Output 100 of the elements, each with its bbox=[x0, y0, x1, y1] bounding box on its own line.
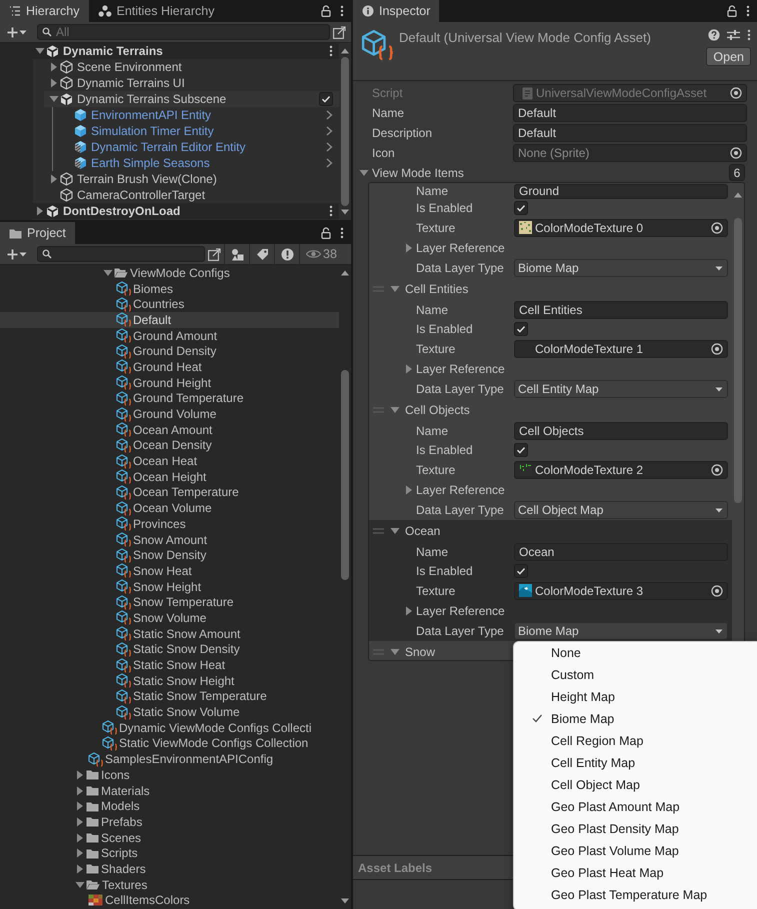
help-icon[interactable] bbox=[708, 29, 720, 41]
item-label[interactable]: ViewMode Configs bbox=[128, 266, 230, 280]
target-icon[interactable] bbox=[711, 464, 723, 476]
item-label[interactable]: Provinces bbox=[131, 516, 186, 531]
checkbox[interactable] bbox=[514, 443, 528, 457]
more-icon[interactable] bbox=[747, 29, 751, 41]
menu-item[interactable]: Geo Plast Temperature Map bbox=[514, 884, 757, 906]
item-label[interactable]: Static Snow Amount bbox=[131, 626, 240, 641]
lock-icon[interactable] bbox=[727, 5, 737, 17]
scrollbar-thumb[interactable] bbox=[341, 370, 349, 580]
text-field[interactable]: Ground bbox=[514, 184, 728, 198]
menu-item[interactable]: Biome Map bbox=[514, 708, 757, 730]
drag-handle-icon[interactable] bbox=[373, 648, 384, 654]
sliders-icon[interactable] bbox=[727, 29, 740, 41]
item-label[interactable]: Scenes bbox=[99, 830, 142, 845]
item-label[interactable]: Icons bbox=[99, 768, 130, 782]
item-label[interactable]: Static ViewMode Configs Collection bbox=[117, 736, 308, 750]
target-icon[interactable] bbox=[730, 147, 742, 159]
dropdown[interactable]: Cell Object Map bbox=[514, 501, 728, 519]
item-label[interactable]: Ground Temperature bbox=[131, 391, 244, 406]
text-field[interactable]: Ocean bbox=[514, 542, 728, 560]
dropdown[interactable]: Biome Map bbox=[514, 259, 728, 277]
list-element[interactable]: Ocean Name Ocean Is Enabled Texture ColorModeTexture 3 Layer Reference Data Layer Type Biome Map bbox=[369, 520, 732, 641]
dropdown[interactable]: Biome Map bbox=[514, 622, 728, 640]
item-label[interactable]: Static Snow Height bbox=[131, 674, 234, 688]
selected-row[interactable]: Default bbox=[0, 312, 339, 328]
item-label[interactable]: Ocean Amount bbox=[131, 422, 212, 437]
item-label[interactable]: Static Snow Temperature bbox=[131, 689, 267, 704]
drag-handle-icon[interactable] bbox=[373, 406, 384, 412]
expand-icon[interactable] bbox=[333, 26, 346, 38]
item-label[interactable]: Default bbox=[131, 312, 172, 327]
item-label[interactable]: Ocean Height bbox=[131, 470, 206, 484]
item-label[interactable]: Simulation Timer Entity bbox=[87, 124, 214, 138]
checkbox[interactable] bbox=[514, 322, 528, 336]
item-label[interactable]: Dynamic Terrains bbox=[59, 44, 163, 58]
object-field[interactable]: None (Sprite) bbox=[513, 144, 747, 162]
item-label[interactable]: CellItemsColors bbox=[103, 893, 190, 908]
item-label[interactable]: Static Snow Volume bbox=[131, 705, 240, 720]
scroll-down-button[interactable] bbox=[341, 209, 349, 215]
create-button[interactable] bbox=[5, 24, 29, 40]
scroll-up-button[interactable] bbox=[734, 192, 742, 198]
item-label[interactable]: Dynamic Terrain Editor Entity bbox=[87, 140, 246, 154]
object-field[interactable]: ColorModeTexture 1 bbox=[514, 340, 728, 358]
list-element[interactable]: Cell Entities Name Cell Entities Is Enabled Texture ColorModeTexture 1 Layer Reference Data Layer Type Cell Entity Map bbox=[369, 278, 732, 399]
list-element[interactable]: Name Ground Is Enabled Texture ColorModeTexture 0 Layer Reference Data Layer Type Biome Map bbox=[369, 183, 732, 278]
item-label[interactable]: Dynamic Terrains Subscene bbox=[73, 92, 226, 106]
list-element[interactable]: Cell Objects Name Cell Objects Is Enabled Texture ColorModeTexture 2 Layer Reference Data Layer Type Cell Object Map bbox=[369, 399, 732, 520]
item-label[interactable]: Snow Height bbox=[131, 580, 202, 594]
more-icon[interactable] bbox=[746, 5, 750, 17]
panel-tab[interactable]: Hierarchy bbox=[0, 0, 88, 22]
item-label[interactable]: Ocean Heat bbox=[131, 454, 198, 468]
more-icon[interactable] bbox=[340, 5, 344, 17]
scrollbar-thumb[interactable] bbox=[734, 218, 742, 503]
item-label[interactable]: Biomes bbox=[131, 282, 174, 296]
menu-item[interactable]: Geo Plast Density Map bbox=[514, 818, 757, 840]
dropdown[interactable]: Cell Entity Map bbox=[514, 380, 728, 398]
item-label[interactable]: Ground Volume bbox=[131, 407, 216, 422]
drag-handle-icon[interactable] bbox=[373, 286, 384, 292]
scrollbar-thumb[interactable] bbox=[341, 57, 349, 206]
expand-icon[interactable] bbox=[208, 248, 221, 260]
count-field[interactable]: 6 bbox=[729, 164, 745, 181]
item-label[interactable]: Shaders bbox=[99, 862, 146, 876]
menu-item[interactable]: Height Map bbox=[514, 686, 757, 708]
item-label[interactable]: Ground Height bbox=[131, 376, 212, 390]
drag-handle-icon[interactable] bbox=[373, 528, 384, 534]
item-label[interactable]: EnvironmentAPI Entity bbox=[87, 108, 212, 122]
item-label[interactable]: Ground Amount bbox=[131, 328, 218, 343]
object-field[interactable]: ColorModeTexture 3 bbox=[514, 582, 728, 600]
item-label[interactable]: Snow Temperature bbox=[131, 595, 234, 610]
menu-item[interactable]: Custom bbox=[514, 664, 757, 686]
item-label[interactable]: Textures bbox=[100, 878, 148, 892]
item-label[interactable]: SamplesEnvironmentAPIConfig bbox=[103, 752, 274, 766]
item-label[interactable]: Ground Heat bbox=[131, 360, 202, 374]
item-label[interactable]: Static Snow Density bbox=[131, 642, 240, 656]
target-icon[interactable] bbox=[711, 342, 723, 354]
text-field[interactable]: Default bbox=[513, 124, 747, 142]
open-button[interactable]: Open bbox=[706, 47, 751, 66]
panel-tab[interactable]: Inspector bbox=[353, 0, 440, 22]
item-label[interactable]: Snow Heat bbox=[131, 564, 192, 578]
item-label[interactable]: Dynamic Terrains UI bbox=[73, 76, 185, 90]
checkbox[interactable] bbox=[514, 564, 528, 578]
menu-item[interactable]: Cell Object Map bbox=[514, 774, 757, 796]
more-icon[interactable] bbox=[340, 227, 344, 239]
menu-item[interactable]: Cell Entity Map bbox=[514, 752, 757, 774]
text-field[interactable]: Cell Objects bbox=[514, 422, 728, 440]
item-label[interactable]: Models bbox=[99, 799, 140, 814]
item-label[interactable]: Materials bbox=[99, 784, 150, 798]
item-label[interactable]: Countries bbox=[131, 297, 184, 312]
create-button[interactable] bbox=[5, 246, 29, 262]
text-field[interactable]: Default bbox=[513, 104, 747, 122]
item-label[interactable]: Ocean Density bbox=[131, 438, 212, 452]
item-label[interactable]: Prefabs bbox=[99, 814, 142, 829]
item-label[interactable]: DontDestroyOnLoad bbox=[59, 204, 180, 218]
lock-icon[interactable] bbox=[321, 227, 331, 239]
object-field[interactable]: ColorModeTexture 2 bbox=[514, 460, 728, 478]
search-field[interactable]: All bbox=[37, 24, 330, 40]
item-label[interactable]: Dynamic ViewMode Configs Collecti bbox=[117, 720, 312, 735]
more-icon[interactable] bbox=[329, 45, 333, 57]
menu-item[interactable]: Cell Region Map bbox=[514, 730, 757, 752]
scroll-down-button[interactable] bbox=[341, 898, 349, 904]
